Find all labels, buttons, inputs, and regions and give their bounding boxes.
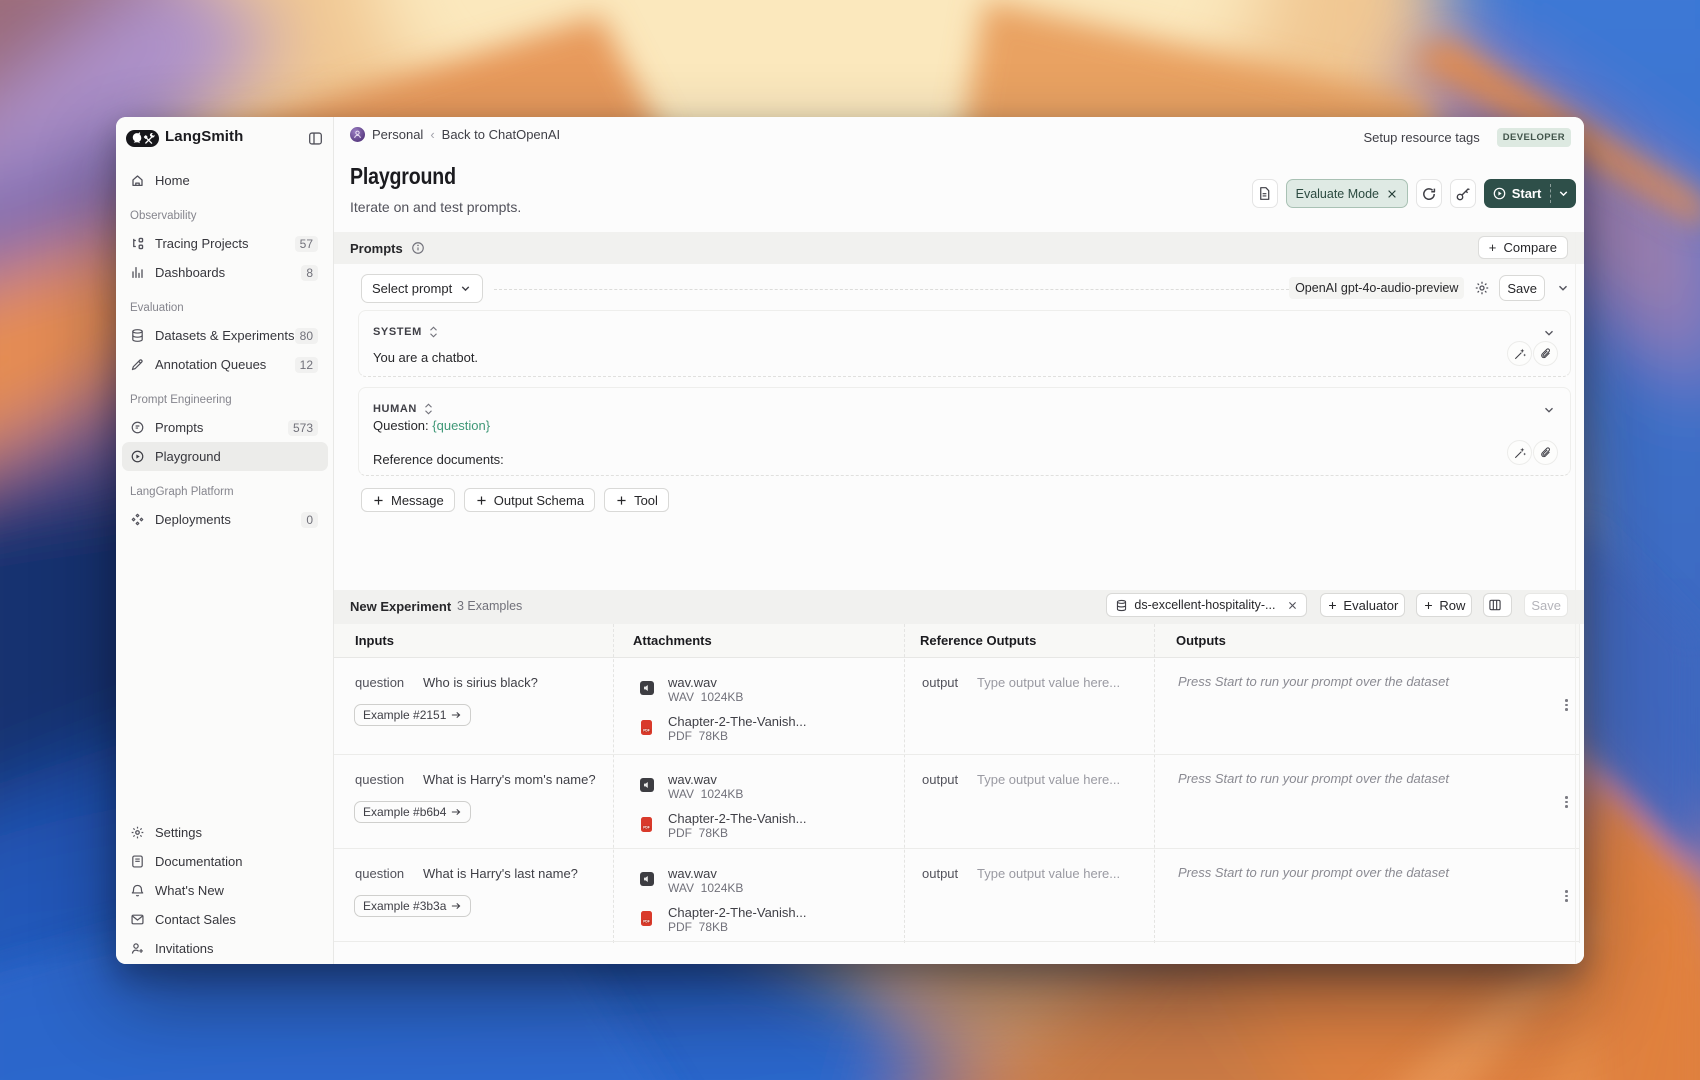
svg-text:PDF: PDF [643,920,650,924]
svg-text:PDF: PDF [643,729,650,733]
svg-text:PDF: PDF [643,826,650,830]
